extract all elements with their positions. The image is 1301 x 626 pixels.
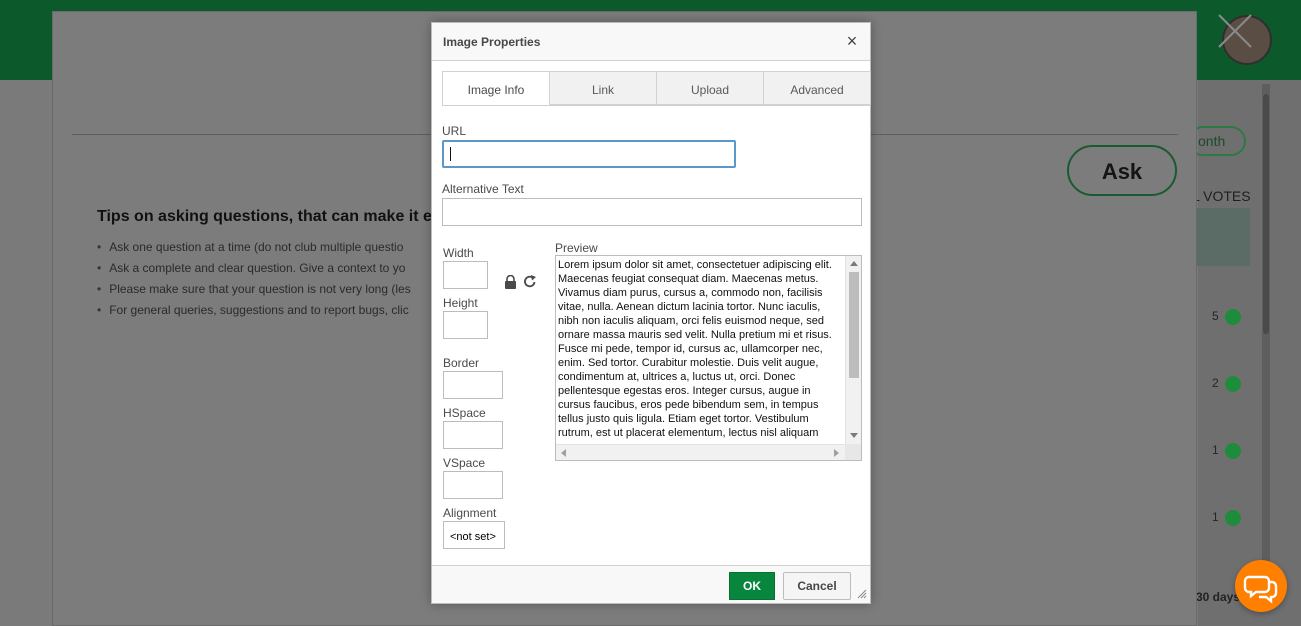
scrollbar-corner [845,444,861,460]
alignment-label: Alignment [443,506,497,520]
vote-count: 1 [1212,443,1241,459]
ok-button[interactable]: OK [729,572,775,600]
preview-scroll-thumb[interactable] [849,272,859,378]
scroll-down-arrow-icon[interactable] [850,433,858,438]
dialog-title: Image Properties [432,23,870,61]
vote-number: 2 [1212,376,1219,391]
reset-size-icon[interactable] [523,274,537,289]
dialog-footer: OK Cancel [432,565,870,603]
tips-list: Ask one question at a time (do not club … [97,240,411,324]
tip-item: Please make sure that your question is n… [97,282,411,303]
tip-item: Ask one question at a time (do not club … [97,240,411,261]
vote-number: 1 [1212,510,1219,525]
cancel-button[interactable]: Cancel [783,572,851,600]
vote-number: 5 [1212,309,1219,324]
vspace-input[interactable] [443,471,503,499]
scroll-up-arrow-icon[interactable] [850,261,858,266]
lock-icon[interactable] [504,275,517,289]
preview-box: Lorem ipsum dolor sit amet, consectetuer… [555,255,862,461]
ask-button[interactable]: Ask [1067,145,1177,196]
votes-header: L VOTES [1192,188,1251,204]
text-caret [450,147,451,161]
vote-count: 5 [1212,309,1241,325]
page-scrollbar-thumb[interactable] [1263,94,1269,334]
border-label: Border [443,356,480,370]
tab-upload[interactable]: Upload [656,71,764,105]
preview-horizontal-scrollbar[interactable] [556,444,845,460]
vote-number: 1 [1212,443,1219,458]
dialog-tabs: Image Info Link Upload Advanced [442,71,872,106]
scroll-left-arrow-icon[interactable] [561,449,566,457]
vspace-label: VSpace [443,456,486,470]
vote-count: 2 [1212,376,1241,392]
image-properties-dialog: Image Properties × Image Info Link Uploa… [431,22,871,604]
smile-icon [1224,510,1241,526]
vote-count: 1 [1212,510,1241,526]
hspace-input[interactable] [443,421,503,449]
border-input[interactable] [443,371,503,399]
hspace-label: HSpace [443,406,486,420]
alt-text-label: Alternative Text [442,182,524,196]
height-label: Height [443,296,478,310]
days-label: 30 days [1196,590,1241,604]
tip-item: Ask a complete and clear question. Give … [97,261,411,282]
scroll-right-arrow-icon[interactable] [834,449,839,457]
preview-vertical-scrollbar[interactable] [845,256,861,444]
votes-highlight [1192,208,1250,266]
url-label: URL [442,124,467,138]
tab-link[interactable]: Link [549,71,657,105]
smile-icon [1224,443,1241,459]
tab-advanced[interactable]: Advanced [763,71,871,105]
chat-icon [1243,575,1278,604]
preview-text: Lorem ipsum dolor sit amet, consectetuer… [558,259,832,442]
smile-icon [1224,376,1241,392]
close-icon[interactable]: × [843,32,861,50]
url-input[interactable] [442,140,736,168]
alignment-select[interactable]: <not set> [443,521,505,549]
height-input[interactable] [443,311,488,339]
width-label: Width [443,246,474,260]
preview-label: Preview [555,241,598,255]
chat-button[interactable] [1235,560,1287,612]
resize-grip-icon[interactable] [857,589,867,599]
tab-divider [442,105,870,106]
tab-image-info[interactable]: Image Info [442,71,550,106]
smile-icon [1224,309,1241,325]
width-input[interactable] [443,261,488,289]
alt-text-input[interactable] [442,198,862,226]
right-sidebar [1198,80,1301,626]
modal-close-icon[interactable] [1216,12,1254,50]
tip-item: For general queries, suggestions and to … [97,303,411,324]
tips-title: Tips on asking questions, that can make … [97,208,432,225]
